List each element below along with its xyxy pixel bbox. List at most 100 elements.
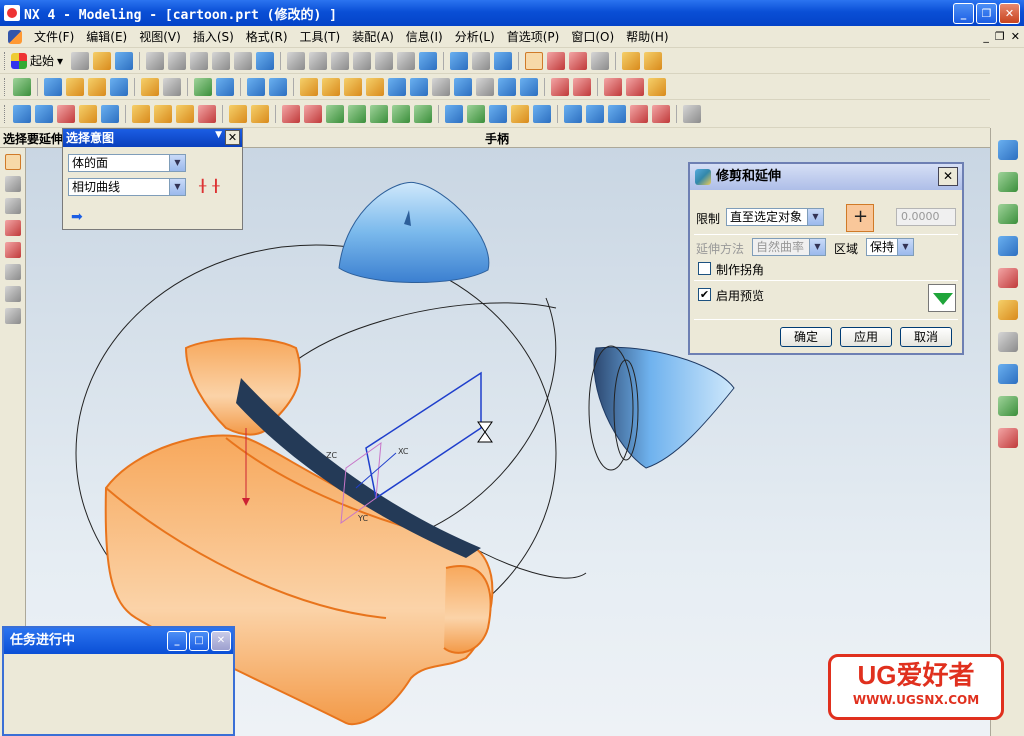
cylinder-icon[interactable] <box>269 77 287 96</box>
select-feature-icon[interactable] <box>5 176 21 192</box>
menu-edit[interactable]: 编辑(E) <box>80 28 133 45</box>
dropdown-arrow-icon[interactable]: ▼ <box>215 130 222 140</box>
arc-icon[interactable] <box>573 77 591 96</box>
assembly-navigator-icon[interactable] <box>998 172 1018 192</box>
roles-icon[interactable] <box>998 428 1018 448</box>
block-icon[interactable] <box>216 77 234 96</box>
snap-midpoint-icon[interactable] <box>569 51 588 70</box>
tube-icon[interactable] <box>110 77 128 96</box>
bridge-surface-icon[interactable] <box>304 104 322 123</box>
groove-icon[interactable] <box>498 77 516 96</box>
distance-field[interactable]: 0.0000 <box>896 208 956 226</box>
minimize-button[interactable]: _ <box>953 3 974 24</box>
sweep-icon[interactable] <box>88 77 106 96</box>
unite-icon[interactable] <box>194 77 212 96</box>
project-curve-icon[interactable] <box>564 104 582 123</box>
edge-blend-icon[interactable] <box>300 77 318 96</box>
select-target-button[interactable] <box>846 204 874 232</box>
edit-object-icon[interactable] <box>644 51 663 70</box>
task-maximize-button[interactable]: □ <box>189 631 209 651</box>
isoparametric-curve-icon[interactable] <box>630 104 648 123</box>
intersection-curve-icon[interactable] <box>586 104 604 123</box>
render-style-icon[interactable] <box>419 51 438 70</box>
sketch-icon[interactable] <box>13 77 31 96</box>
cancel-button[interactable]: 取消 <box>900 327 952 347</box>
trim-extend-close-button[interactable]: ✕ <box>938 167 958 186</box>
help-icon[interactable] <box>998 300 1018 320</box>
trim-extend-icon[interactable] <box>229 104 247 123</box>
curvature-analysis-icon[interactable] <box>467 104 485 123</box>
menu-help[interactable]: 帮助(H) <box>620 28 674 45</box>
nx-logo-icon[interactable] <box>998 140 1018 160</box>
menu-assembly[interactable]: 装配(A) <box>346 28 400 45</box>
menu-tools[interactable]: 工具(T) <box>294 28 347 45</box>
undo-icon[interactable] <box>234 51 253 70</box>
apply-button[interactable]: 应用 <box>840 327 892 347</box>
reflection-analysis-icon[interactable] <box>489 104 507 123</box>
menu-format[interactable]: 格式(R) <box>240 28 294 45</box>
refresh-icon[interactable] <box>397 51 416 70</box>
face-blend-icon[interactable] <box>282 104 300 123</box>
curve-trim-icon[interactable] <box>626 77 644 96</box>
trimmed-sheet-icon[interactable] <box>198 104 216 123</box>
circle-icon[interactable] <box>5 286 21 302</box>
curve-rule-select[interactable]: 相切曲线 ▼ <box>68 178 186 196</box>
datum-axis-icon[interactable] <box>163 77 181 96</box>
show-result-button[interactable] <box>928 284 956 312</box>
global-shaping-icon[interactable] <box>348 104 366 123</box>
history-icon[interactable] <box>998 236 1018 256</box>
pan-icon[interactable] <box>353 51 372 70</box>
law-extension-icon[interactable] <box>326 104 344 123</box>
corner-checkbox[interactable] <box>698 262 711 275</box>
reuse-library-icon[interactable] <box>998 364 1018 384</box>
bounded-plane-icon[interactable] <box>132 104 150 123</box>
menu-insert[interactable]: 插入(S) <box>187 28 240 45</box>
section-curve-icon[interactable] <box>608 104 626 123</box>
zoom-window-icon[interactable] <box>309 51 328 70</box>
mdi-minimize-button[interactable]: _ <box>983 30 989 43</box>
process-studio-icon[interactable] <box>998 396 1018 416</box>
task-minimize-button[interactable]: _ <box>167 631 187 651</box>
menu-window[interactable]: 窗口(O) <box>565 28 620 45</box>
document-icon[interactable] <box>8 29 22 44</box>
extension-icon[interactable] <box>251 104 269 123</box>
chamfer-icon[interactable] <box>322 77 340 96</box>
cut-icon[interactable] <box>146 51 165 70</box>
selection-intent-header[interactable]: 选择意图 ▼ ✕ <box>63 129 242 147</box>
revolve-icon[interactable] <box>66 77 84 96</box>
recent-clock-icon[interactable] <box>998 332 1018 352</box>
save-icon[interactable] <box>115 51 134 70</box>
mdi-close-button[interactable]: ✕ <box>1011 30 1020 43</box>
offset-surface-icon[interactable] <box>154 104 172 123</box>
line-icon[interactable] <box>551 77 569 96</box>
instance-icon[interactable] <box>520 77 538 96</box>
next-arrow-icon[interactable]: ➡ <box>71 209 83 225</box>
toolbar-grip[interactable] <box>4 104 7 123</box>
point-constructor-icon[interactable] <box>5 308 21 324</box>
measure-icon[interactable] <box>622 51 641 70</box>
mdi-restore-button[interactable]: ❐ <box>995 30 1005 43</box>
selection-intent-close-button[interactable]: ✕ <box>225 130 240 145</box>
pad-icon[interactable] <box>454 77 472 96</box>
surface-analysis-icon[interactable] <box>445 104 463 123</box>
shell-icon[interactable] <box>344 77 362 96</box>
view-orientation-icon[interactable] <box>450 51 469 70</box>
part-navigator-icon[interactable] <box>998 204 1018 224</box>
sew-icon[interactable] <box>176 104 194 123</box>
spline-icon[interactable] <box>5 242 21 258</box>
ruled-surface-icon[interactable] <box>79 104 97 123</box>
region-select[interactable]: 保持 ▼ <box>866 238 914 256</box>
menu-view[interactable]: 视图(V) <box>133 28 187 45</box>
restore-button[interactable]: ❐ <box>976 3 997 24</box>
menu-information[interactable]: 信息(I) <box>400 28 449 45</box>
delete-icon[interactable] <box>212 51 231 70</box>
open-folder-icon[interactable] <box>93 51 112 70</box>
trim-extend-header[interactable]: 修剪和延伸 ✕ <box>690 164 962 190</box>
rotate-icon[interactable] <box>375 51 394 70</box>
through-curves-icon[interactable] <box>13 104 31 123</box>
task-progress-header[interactable]: 任务进行中 _ □ ✕ <box>4 628 233 654</box>
paste-icon[interactable] <box>190 51 209 70</box>
datum-plane-icon[interactable] <box>141 77 159 96</box>
hole-icon[interactable] <box>388 77 406 96</box>
toolbar-grip[interactable] <box>4 77 7 96</box>
